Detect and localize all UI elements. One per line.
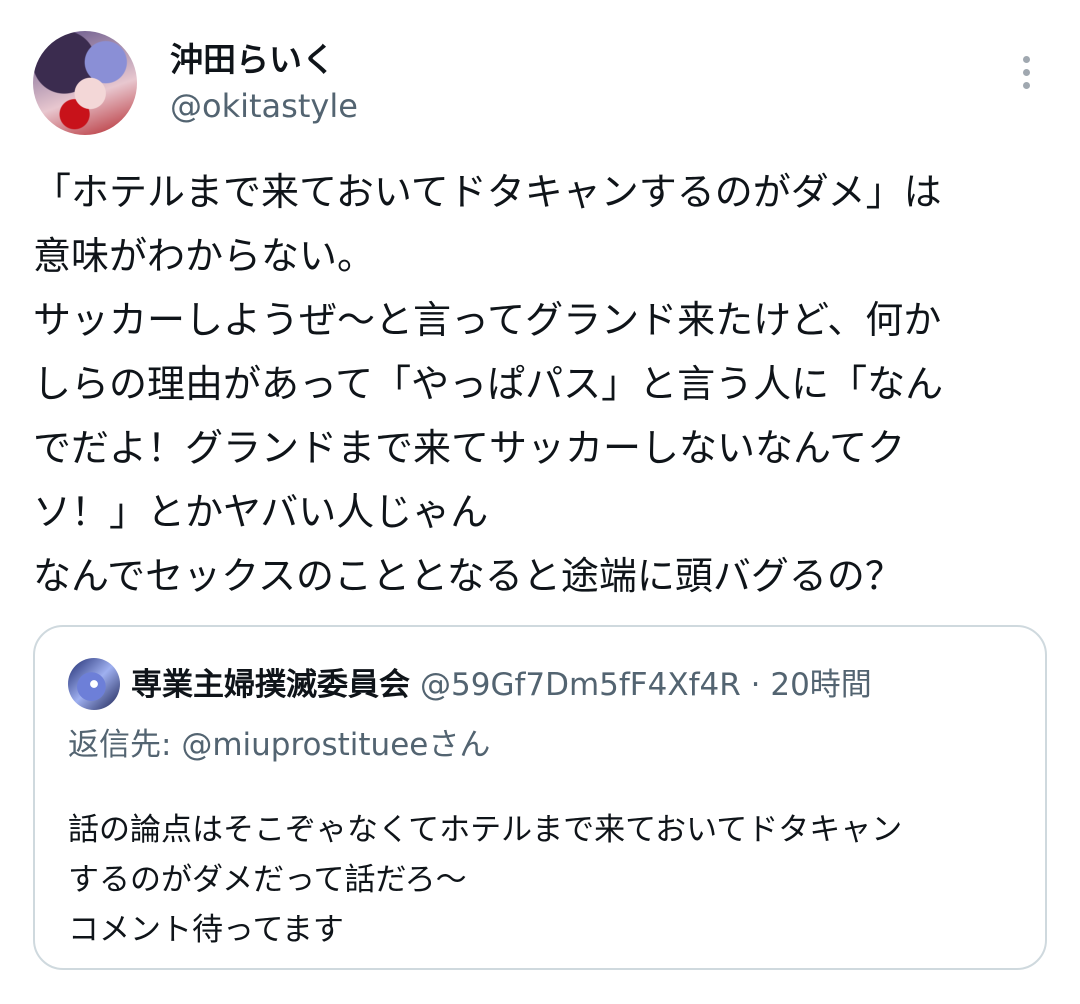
reply-to-line: 返信先: @miuprostitueeさん bbox=[68, 723, 490, 767]
user-handle[interactable]: @okitastyle bbox=[170, 86, 358, 126]
quoted-user-avatar[interactable] bbox=[68, 658, 120, 710]
quoted-tweet-text: 話の論点はそこぞゃなくてホテルまで来ておいてドタキャン するのがダメだって話だろ… bbox=[68, 812, 903, 948]
tweet-text: 「ホテルまで来ておいてドタキャンするのがダメ」は 意味がわからない。 サッカーし… bbox=[33, 170, 944, 598]
reply-suffix: さん bbox=[428, 727, 491, 763]
quoted-display-name[interactable]: 専業主婦撲滅委員会 bbox=[131, 667, 410, 703]
reply-prefix: 返信先: bbox=[68, 727, 182, 763]
reply-mention-link[interactable]: @miuprostituee bbox=[181, 727, 428, 763]
display-name[interactable]: 沖田らいく bbox=[170, 40, 335, 80]
quoted-tweet-header: 専業主婦撲滅委員会 @59Gf7Dm5fF4Xf4R · 20時間 bbox=[131, 663, 872, 707]
quoted-handle-time: @59Gf7Dm5fF4Xf4R · 20時間 bbox=[420, 667, 872, 703]
quoted-tweet-card[interactable]: 専業主婦撲滅委員会 @59Gf7Dm5fF4Xf4R · 20時間 返信先: @m… bbox=[33, 625, 1047, 970]
avatar[interactable] bbox=[33, 31, 137, 135]
more-vertical-icon[interactable] bbox=[1016, 56, 1036, 96]
